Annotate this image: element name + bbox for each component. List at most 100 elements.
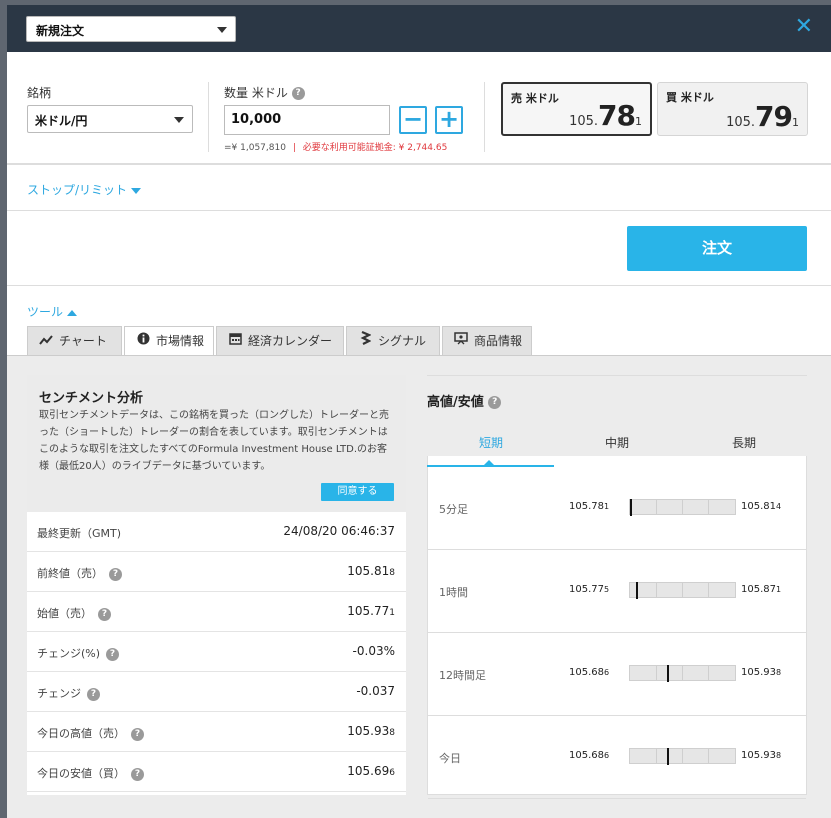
current-price-marker [636,582,638,599]
high-value-main: 105.87 [741,584,776,595]
quantity-info: =¥ 1,057,810 | 必要な利用可能証拠金: ¥ 2,744.65 [224,140,447,153]
help-icon[interactable]: ? [488,396,502,409]
market-info-panel: センチメント分析 取引センチメントデータは、この銘柄を買った（ロングした）トレー… [7,356,831,818]
tab-product-info-label: 商品情報 [474,334,523,348]
tab-signals-label: シグナル [378,334,427,348]
market-data-value-main: -0.037 [356,684,395,698]
range-bar [629,582,736,599]
high-low-header: 高値/安値 ? 短期 中期 長期 [427,376,809,467]
tab-market-info-label: 市場情報 [156,334,205,348]
range-tick [708,749,709,763]
high-value-fraction: 8 [776,751,782,760]
quantity-increase-button[interactable]: + [435,106,463,134]
order-type-select[interactable]: 新規注文 [26,16,236,42]
high-low-title: 高値/安値 ? [427,391,502,410]
tab-chart[interactable]: チャート [27,326,122,355]
range-tick [708,666,709,680]
tab-long-term[interactable]: 長期 [732,434,756,451]
current-price-marker [667,748,669,765]
market-data-row: チェンジ(%)? -0.03% [27,632,406,672]
market-data-row: 前終値（売）? 105.818 [27,552,406,592]
market-data-row: 始値（売）? 105.771 [27,592,406,632]
tools-label: ツール [27,305,64,319]
help-icon[interactable]: ? [131,727,144,741]
market-data-value: 105.771 [347,604,395,618]
low-value-main: 105.77 [569,584,604,595]
sell-price: 105.781 [569,99,642,132]
low-value-main: 105.68 [569,750,604,761]
agree-button[interactable]: 同意する [321,483,394,501]
market-data-value-fraction: 8 [389,728,395,738]
high-low-title-text: 高値/安値 [427,395,484,410]
help-icon[interactable]: ? [98,607,111,621]
symbol-label: 銘柄 [27,86,52,100]
quantity-decrease-button[interactable]: − [399,106,427,134]
help-icon[interactable]: ? [291,87,305,100]
info-separator: | [292,143,296,153]
market-data-label: チェンジ(%)? [37,645,120,661]
close-icon[interactable]: ✕ [795,15,813,39]
quantity-label-text: 数量 米ドル [224,86,288,100]
help-icon[interactable]: ? [87,687,100,701]
required-margin: 必要な利用可能証拠金: ¥ 2,744.65 [302,143,448,153]
calendar-icon [227,327,243,355]
market-data-label-text: 前終値（売） [37,567,103,580]
buy-price-button[interactable]: 買 米ドル 105.791 [657,82,808,136]
period-label: 今日 [439,752,461,765]
tab-mid-term[interactable]: 中期 [605,434,629,451]
market-data-value-main: -0.03% [352,644,395,658]
market-data-value-main: 105.81 [347,564,390,578]
tab-short-term[interactable]: 短期 [479,434,503,451]
high-low-panel: 高値/安値 ? 短期 中期 長期 5分足 105.781 105.814 1時間 105… [427,375,809,799]
market-data-label-text: 始値（売） [37,607,92,620]
new-order-dialog: 新規注文 ✕ 銘柄 数量 米ドル ? 米ドル/円 10,000 − + =¥ 1… [7,5,831,818]
market-data-value-fraction: 1 [389,608,395,618]
sell-price-button[interactable]: 売 米ドル 105.781 [501,82,652,136]
stop-limit-label: ストップ/リミット [27,183,128,197]
caret-up-icon [67,309,78,316]
market-data-value: -0.037 [356,684,395,698]
quantity-input[interactable]: 10,000 [224,105,390,135]
presentation-icon [453,327,469,355]
stop-limit-toggle[interactable]: ストップ/リミット [27,181,142,198]
market-data-value-main: 105.93 [347,724,390,738]
tab-product-info[interactable]: 商品情報 [442,326,532,355]
divider [484,82,485,152]
current-price-marker [630,499,632,516]
period-label: 12時間足 [439,669,486,682]
market-data-row: 今日の高値（売）? 105.938 [27,712,406,752]
range-tick [656,666,657,680]
market-data-label-text: チェンジ(%) [37,647,101,660]
equivalent-value: =¥ 1,057,810 [224,143,286,153]
high-value-fraction: 1 [776,585,782,594]
market-data-label-text: 今日の安値（買） [37,767,125,780]
market-data-row: 今日の安値（買）? 105.696 [27,752,406,792]
tools-toggle[interactable]: ツール [27,303,78,320]
help-icon[interactable]: ? [106,647,120,661]
help-icon[interactable]: ? [109,567,122,581]
chevron-down-icon [174,117,184,123]
low-value-fraction: 1 [604,502,610,511]
tab-economic-calendar-label: 経済カレンダー [248,334,333,348]
help-icon[interactable]: ? [131,767,144,781]
range-bar [629,665,736,682]
divider [208,82,209,152]
tab-signals[interactable]: シグナル [346,326,440,355]
high-low-row: 12時間足 105.686 105.938 [428,633,806,716]
period-label: 1時間 [439,586,468,599]
sentiment-description: 取引センチメントデータは、この銘柄を買った（ロングした）トレーダーと売った（ショ… [39,410,389,472]
place-order-button[interactable]: 注文 [627,226,807,271]
range-tick [682,749,683,763]
sell-label: 売 米ドル [511,92,559,105]
tab-market-info[interactable]: 市場情報 [124,326,214,357]
market-data-value: 105.696 [347,764,395,778]
tab-economic-calendar[interactable]: 経済カレンダー [216,326,344,355]
buy-price-pips: 79 [755,100,793,133]
high-low-row: 今日 105.686 105.938 [428,716,806,799]
range-tick [656,749,657,763]
high-value-fraction: 8 [776,668,782,677]
range-tick [656,500,657,514]
range-tick [708,500,709,514]
symbol-select[interactable]: 米ドル/円 [27,105,193,133]
sentiment-title: センチメント分析 [39,391,144,406]
